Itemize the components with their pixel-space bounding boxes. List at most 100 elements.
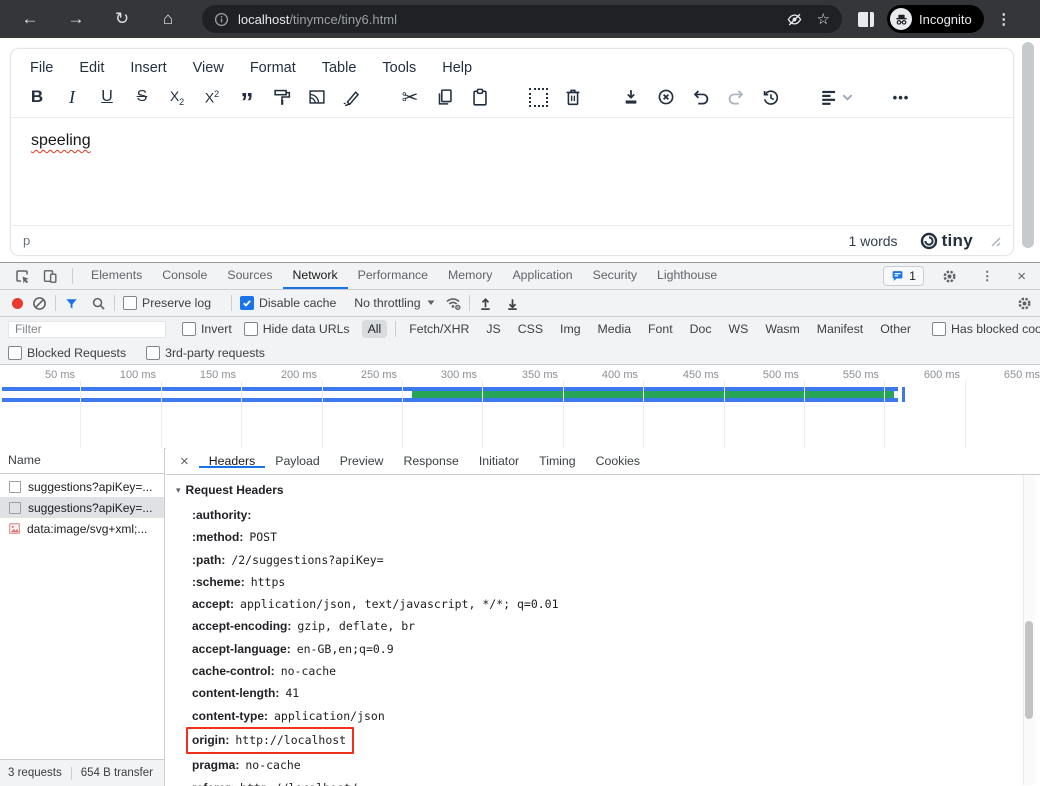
undo-icon[interactable] (688, 84, 714, 110)
network-settings-icon[interactable] (1017, 296, 1032, 311)
request-headers-section[interactable]: ▾ Request Headers (176, 483, 1040, 497)
menu-table[interactable]: Table (322, 60, 357, 76)
word-count[interactable]: 1 words (849, 233, 898, 249)
preserve-log-checkbox[interactable] (123, 296, 137, 310)
details-tab-timing[interactable]: Timing (529, 454, 585, 468)
details-tab-cookies[interactable]: Cookies (586, 454, 650, 468)
filter-chip-all[interactable]: All (362, 320, 388, 338)
menu-view[interactable]: View (193, 60, 224, 76)
more-options-icon[interactable]: ••• (888, 84, 914, 110)
devtools-tab-memory[interactable]: Memory (438, 263, 502, 289)
devtools-menu-icon[interactable]: ⋮ (981, 269, 993, 283)
forward-icon[interactable]: → (64, 0, 88, 38)
subscript-icon[interactable]: X2 (164, 84, 190, 110)
devtools-tab-console[interactable]: Console (152, 263, 217, 289)
details-tab-preview[interactable]: Preview (330, 454, 394, 468)
devtools-tab-network[interactable]: Network (283, 263, 348, 289)
blocked-requests-checkbox[interactable] (8, 346, 22, 360)
format-painter-icon[interactable] (269, 84, 295, 110)
cut-icon[interactable]: ✂ (397, 84, 423, 110)
menu-tools[interactable]: Tools (382, 60, 416, 76)
home-icon[interactable]: ⌂ (156, 0, 180, 38)
throttling-dropdown[interactable]: No throttling (354, 296, 434, 310)
align-left-dropdown-icon[interactable] (816, 84, 856, 110)
menu-file[interactable]: File (30, 60, 53, 76)
back-icon[interactable]: ← (18, 0, 42, 38)
filter-chip-wasm[interactable]: Wasm (759, 320, 805, 338)
inspect-element-icon[interactable] (14, 268, 30, 284)
network-search-icon[interactable] (91, 296, 106, 311)
bookmark-star-icon[interactable]: ☆ (817, 10, 830, 28)
filter-chip-fetch-xhr[interactable]: Fetch/XHR (403, 320, 475, 338)
browser-menu-icon[interactable]: ⋮ (994, 10, 1014, 28)
filter-input[interactable] (8, 321, 166, 338)
devtools-tab-lighthouse[interactable]: Lighthouse (647, 263, 727, 289)
tracking-protection-icon[interactable] (786, 11, 803, 28)
devtools-close-icon[interactable]: × (1017, 268, 1026, 285)
menu-insert[interactable]: Insert (130, 60, 166, 76)
blockquote-icon[interactable]: ” (234, 84, 260, 110)
redo-icon[interactable] (723, 84, 749, 110)
name-column-header[interactable]: Name (0, 448, 164, 474)
url-bar[interactable]: localhost/tinymce/tiny6.html ☆ (202, 5, 842, 33)
restore-draft-icon[interactable] (758, 84, 784, 110)
devtools-tab-application[interactable]: Application (502, 263, 582, 289)
has-blocked-cookies-checkbox[interactable] (932, 322, 946, 336)
menu-edit[interactable]: Edit (79, 60, 104, 76)
side-panel-icon[interactable] (858, 12, 874, 27)
details-tab-response[interactable]: Response (393, 454, 468, 468)
site-info-icon[interactable] (214, 12, 229, 27)
export-har-icon[interactable] (505, 296, 520, 311)
menu-format[interactable]: Format (250, 60, 296, 76)
paste-icon[interactable] (467, 84, 493, 110)
permanent-pen-icon[interactable] (339, 84, 365, 110)
select-all-icon[interactable] (525, 84, 551, 110)
menu-help[interactable]: Help (442, 60, 472, 76)
details-scrollbar[interactable] (1023, 475, 1035, 785)
third-party-requests-checkbox[interactable] (146, 346, 160, 360)
details-tab-headers[interactable]: Headers (199, 454, 265, 468)
filter-chip-css[interactable]: CSS (512, 320, 549, 338)
close-details-icon[interactable]: × (170, 453, 199, 470)
cancel-icon[interactable] (653, 84, 679, 110)
record-network-log-icon[interactable] (12, 298, 23, 309)
filter-chip-img[interactable]: Img (554, 320, 587, 338)
request-row[interactable]: suggestions?apiKey=... (0, 497, 164, 518)
request-row[interactable]: data:image/svg+xml;... (0, 518, 164, 539)
copy-icon[interactable] (432, 84, 458, 110)
underline-icon[interactable]: U (94, 84, 120, 110)
request-row[interactable]: suggestions?apiKey=... (0, 476, 164, 497)
filter-chip-ws[interactable]: WS (723, 320, 755, 338)
filter-chip-other[interactable]: Other (874, 320, 917, 338)
disable-cache-checkbox[interactable] (240, 296, 254, 310)
filter-funnel-icon[interactable] (64, 296, 79, 311)
devtools-tab-performance[interactable]: Performance (348, 263, 438, 289)
devtools-tab-security[interactable]: Security (583, 263, 647, 289)
resize-handle-icon[interactable] (989, 235, 1001, 247)
issues-badge[interactable]: 1 (883, 266, 924, 286)
export-icon[interactable] (618, 84, 644, 110)
filter-chip-media[interactable]: Media (592, 320, 638, 338)
device-toolbar-icon[interactable] (42, 268, 58, 284)
details-scrollbar-thumb[interactable] (1025, 621, 1033, 719)
editor-content-area[interactable]: speeling (11, 117, 1013, 202)
misspelled-word[interactable]: speeling (31, 132, 91, 149)
tiny-branding[interactable]: tiny (920, 231, 973, 251)
reload-icon[interactable]: ↻ (110, 0, 134, 38)
invert-checkbox[interactable] (182, 322, 196, 336)
devtools-tab-sources[interactable]: Sources (217, 263, 282, 289)
hide-data-urls-checkbox[interactable] (244, 322, 258, 336)
network-conditions-icon[interactable] (445, 295, 461, 311)
network-overview-timeline[interactable]: 50 ms100 ms150 ms200 ms250 ms300 ms350 m… (0, 365, 1040, 449)
element-path[interactable]: p (23, 233, 30, 248)
filter-chip-manifest[interactable]: Manifest (811, 320, 869, 338)
page-embed-icon[interactable] (304, 84, 330, 110)
strikethrough-icon[interactable]: S (129, 84, 155, 110)
remove-icon[interactable] (560, 84, 586, 110)
devtools-tab-elements[interactable]: Elements (81, 263, 152, 289)
superscript-icon[interactable]: X2 (199, 84, 225, 110)
page-scrollbar[interactable] (1022, 42, 1034, 248)
filter-chip-font[interactable]: Font (642, 320, 679, 338)
filter-chip-doc[interactable]: Doc (684, 320, 718, 338)
bold-icon[interactable]: B (24, 84, 50, 110)
